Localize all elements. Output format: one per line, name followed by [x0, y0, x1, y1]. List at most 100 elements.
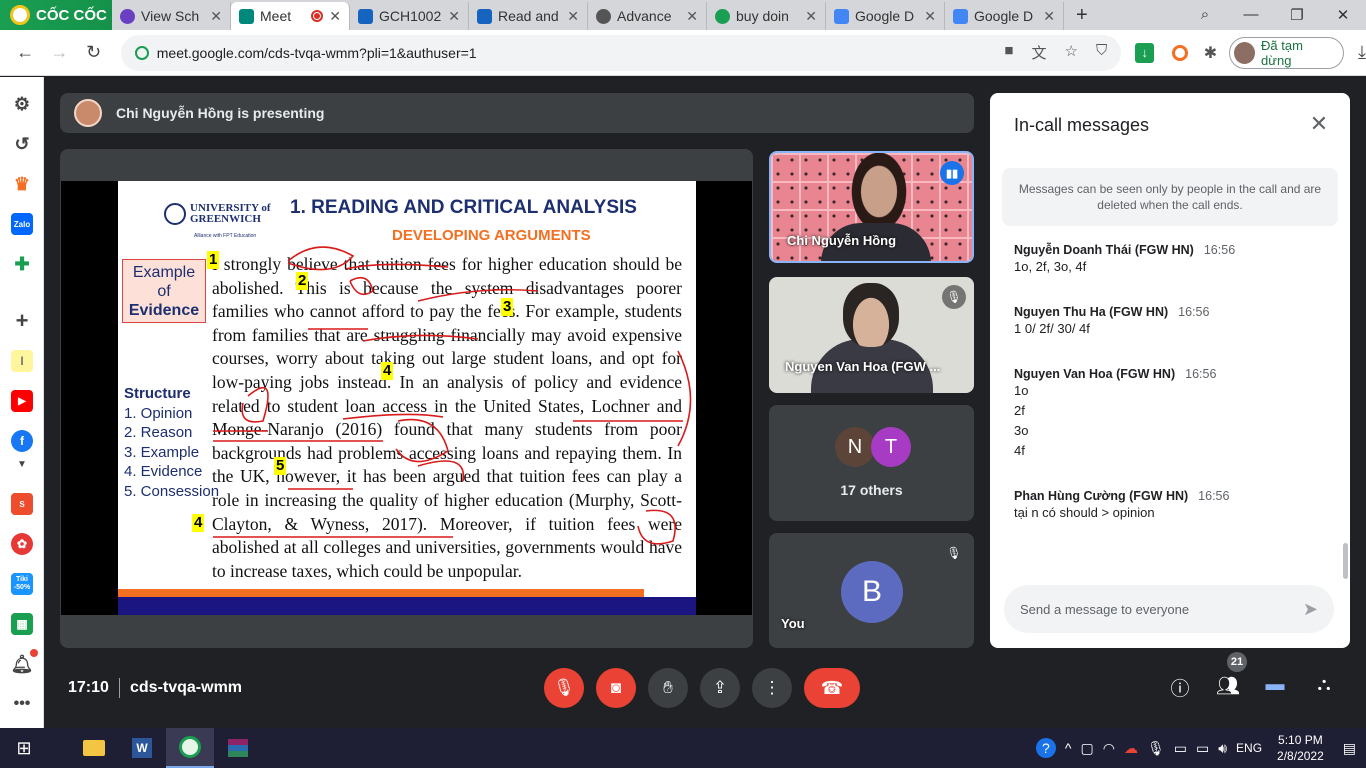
people-icon[interactable]: 👥︎: [1214, 674, 1242, 698]
shopee-icon[interactable]: S: [11, 493, 33, 515]
winrar-icon[interactable]: [214, 728, 262, 768]
lazada-icon[interactable]: ✿: [11, 533, 33, 555]
close-window-button[interactable]: ✕: [1320, 6, 1366, 24]
url-text[interactable]: meet.google.com/cds-tvqa-wmm?pli=1&authu…: [157, 45, 997, 61]
meet-now-icon[interactable]: ▢: [1081, 740, 1094, 757]
meet-icon: [239, 8, 254, 24]
tiki-icon[interactable]: Tiki -50%: [11, 573, 33, 595]
camera-icon[interactable]: ■: [1004, 42, 1013, 63]
present-screen-button[interactable]: ⇪: [700, 668, 740, 708]
camera-off-button[interactable]: ◙: [596, 668, 636, 708]
back-button[interactable]: ←: [8, 42, 42, 63]
tab-read-and[interactable]: Read and ✕: [469, 2, 588, 30]
battery-icon[interactable]: ▭: [1196, 740, 1209, 757]
downloads-icon[interactable]: ⤓: [1358, 42, 1366, 63]
meeting-details-icon[interactable]: ⓘ: [1166, 674, 1194, 701]
clock[interactable]: 5:10 PM 2/8/2022: [1277, 732, 1324, 764]
structure-list: Structure 1. Opinion 2. Reason 3. Exampl…: [124, 384, 219, 501]
cloud-error-icon[interactable]: ☁︎: [1124, 740, 1138, 757]
gear-icon[interactable]: ⚙: [11, 93, 33, 115]
tab-buy-doin[interactable]: buy doin ✕: [707, 2, 826, 30]
file-explorer-icon[interactable]: [70, 728, 118, 768]
wifi-icon[interactable]: ◠: [1103, 740, 1115, 757]
minimize-button[interactable]: —: [1228, 6, 1274, 24]
tab-view-schedule[interactable]: View Sch ✕: [112, 2, 231, 30]
close-icon[interactable]: ✕: [448, 8, 460, 25]
speaker-icon[interactable]: 🔊︎: [1218, 740, 1227, 757]
tab-google-docs-2[interactable]: Google D ✕: [945, 2, 1064, 30]
close-icon[interactable]: ✕: [1043, 8, 1055, 25]
crown-icon[interactable]: ♛: [11, 173, 33, 195]
close-icon[interactable]: ✕: [805, 8, 817, 25]
extensions-puzzle-icon[interactable]: ✱: [1204, 43, 1217, 63]
chat-input[interactable]: [1020, 601, 1303, 617]
more-icon[interactable]: •••: [11, 693, 33, 715]
leave-call-button[interactable]: ☎︎: [804, 668, 860, 708]
close-icon[interactable]: ✕: [567, 8, 579, 25]
search-tabs-icon[interactable]: ⌕: [1182, 6, 1228, 24]
add-icon[interactable]: +: [11, 308, 33, 333]
download-extension-icon[interactable]: ↓: [1135, 42, 1155, 63]
notes-icon[interactable]: I: [11, 350, 33, 372]
microphone-icon[interactable]: 🎙︎: [1147, 740, 1165, 757]
presentation-tile[interactable]: UNIVERSITY of GREENWICH Alliance with FP…: [60, 149, 753, 648]
coccoc-logo[interactable]: CỐC CỐC: [0, 0, 112, 30]
chat-input-box[interactable]: ➤: [1004, 585, 1334, 633]
chevron-down-icon[interactable]: ▼: [11, 457, 33, 471]
profile-button[interactable]: Đã tạm dừng: [1229, 36, 1345, 69]
chevron-up-icon[interactable]: ^: [1065, 740, 1072, 756]
spreadsheet-icon[interactable]: ▦: [11, 613, 33, 635]
windows-taskbar: ⊞ W ? ^ ▢ ◠ ☁︎ 🎙︎ ▭ ▭ 🔊︎ ENG 5:10 PM 2/8…: [0, 728, 1366, 768]
facebook-icon[interactable]: f: [11, 430, 33, 452]
input-language[interactable]: ENG: [1236, 741, 1262, 755]
divider: [119, 678, 120, 698]
tab-meet[interactable]: Meet ✕: [231, 2, 350, 30]
windows-start-icon[interactable]: ⊞: [0, 728, 48, 768]
shield-icon[interactable]: ⛉: [1096, 42, 1107, 63]
chat-icon[interactable]: ▬: [1261, 674, 1289, 696]
tab-label: Advance: [617, 8, 672, 24]
reload-button[interactable]: ↻: [77, 42, 111, 63]
tab-google-docs-1[interactable]: Google D ✕: [826, 2, 945, 30]
translate-icon[interactable]: 文: [1031, 42, 1046, 63]
close-icon[interactable]: ✕: [329, 8, 341, 25]
close-icon[interactable]: ✕: [210, 8, 222, 25]
notifications-icon[interactable]: ▤: [1343, 740, 1356, 757]
zalo-icon[interactable]: Zalo: [11, 213, 33, 235]
participant-tile-self[interactable]: 🎙︎ B You: [769, 533, 974, 648]
lock-icon[interactable]: [134, 45, 149, 60]
meet-app: Chi Nguyễn Hồng is presenting UNIVERSITY…: [44, 77, 1366, 728]
tab-label: Google D: [855, 8, 915, 24]
word-icon[interactable]: W: [118, 728, 166, 768]
mic-off-button[interactable]: 🎙︎: [544, 668, 584, 708]
coccoc-taskbar-icon[interactable]: [166, 728, 214, 768]
participant-tile-presenter[interactable]: ▮▮ Chi Nguyễn Hồng: [769, 151, 974, 263]
bell-icon[interactable]: 🔔︎: [11, 653, 34, 675]
participant-tile-hoa[interactable]: 🎙︎ Nguyen Van Hoa (FGW ...: [769, 277, 974, 393]
more-options-button[interactable]: ⋮: [752, 668, 792, 708]
gamepad-icon[interactable]: ✚: [11, 253, 33, 275]
display-icon[interactable]: ▭: [1174, 740, 1187, 757]
slide-body-text: I strongly believe that tuition fees for…: [212, 254, 682, 581]
restore-button[interactable]: ❐: [1274, 6, 1320, 24]
help-icon[interactable]: ?: [1035, 738, 1056, 758]
activities-icon[interactable]: ⛬: [1310, 674, 1338, 696]
profile-status: Đã tạm dừng: [1261, 37, 1303, 68]
tab-advance[interactable]: Advance ✕: [588, 2, 707, 30]
close-icon[interactable]: ✕: [1304, 109, 1334, 139]
history-icon[interactable]: ↺: [11, 133, 33, 155]
chat-scrollbar[interactable]: [1343, 543, 1348, 579]
bookmark-star-icon[interactable]: ☆: [1064, 42, 1077, 63]
raise-hand-button[interactable]: ✋︎: [648, 668, 688, 708]
youtube-icon[interactable]: ▶: [11, 390, 33, 412]
tab-gch1002[interactable]: GCH1002 ✕: [350, 2, 469, 30]
omnibox[interactable]: meet.google.com/cds-tvqa-wmm?pli=1&authu…: [120, 34, 1122, 71]
message-time: 16:56: [1203, 243, 1236, 257]
close-icon[interactable]: ✕: [924, 8, 936, 25]
participant-tile-others[interactable]: N T 17 others: [769, 405, 974, 521]
forward-button[interactable]: →: [42, 42, 76, 63]
coccoc-extension-icon[interactable]: [1172, 44, 1188, 61]
send-icon[interactable]: ➤: [1303, 599, 1318, 620]
new-tab-button[interactable]: +: [1064, 4, 1100, 27]
close-icon[interactable]: ✕: [686, 8, 698, 25]
